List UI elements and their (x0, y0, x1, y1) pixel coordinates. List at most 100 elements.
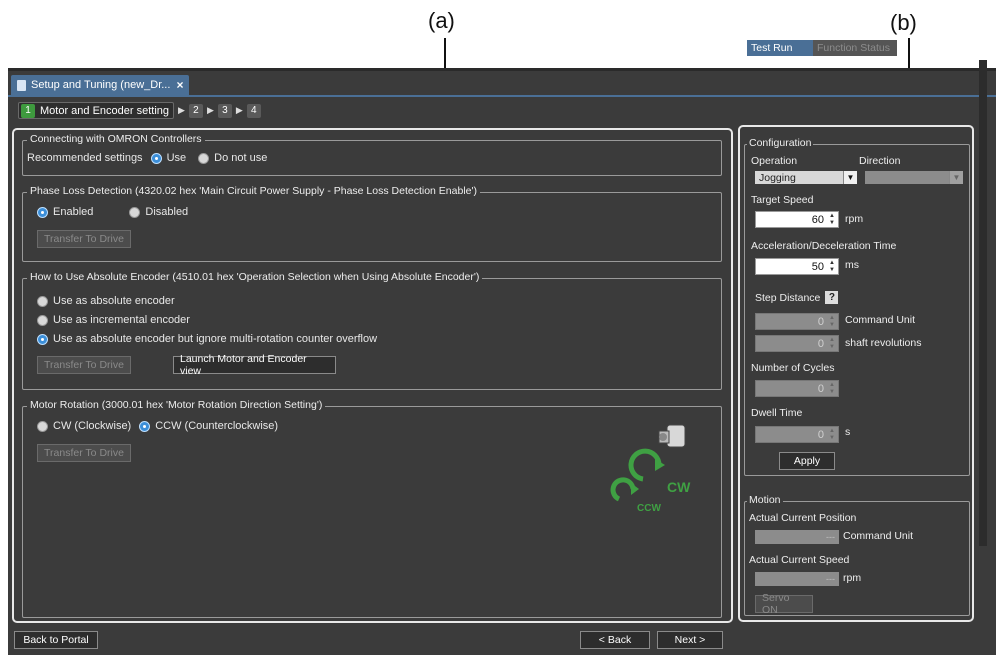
radio-enabled-label: Enabled (53, 206, 94, 218)
radio-absolute-ignore-overflow[interactable] (37, 333, 48, 345)
configuration-group: Configuration Operation Direction Joggin… (744, 137, 970, 476)
tab-function-status[interactable]: Function Status (813, 40, 897, 56)
dwell-value: 0 (817, 428, 824, 441)
radio-ccw[interactable] (139, 420, 151, 432)
dwell-input[interactable]: 0 ▲ ▼ (755, 426, 839, 443)
direction-select[interactable]: ▼ (865, 171, 963, 184)
spinner-icon[interactable]: ▲ ▼ (827, 315, 837, 329)
callout-b: (b) (890, 10, 917, 35)
step-2[interactable]: 2 (188, 103, 203, 118)
step-distance-row: Step Distance ? (755, 291, 839, 304)
callout-a: (a) (428, 8, 455, 33)
rotation-transfer-button[interactable]: Transfer To Drive (37, 444, 131, 462)
absolute-encoder-group: How to Use Absolute Encoder (4510.01 hex… (22, 271, 722, 390)
current-speed-unit: rpm (843, 572, 862, 584)
accel-input[interactable]: 50 ▲ ▼ (755, 258, 839, 275)
dwell-label: Dwell Time (751, 407, 803, 419)
absolute-encoder-legend: How to Use Absolute Encoder (4510.01 hex… (27, 271, 483, 283)
motor-rotation-legend: Motor Rotation (3000.01 hex 'Motor Rotat… (27, 399, 326, 411)
step-navigator: 1 Motor and Encoder setting ▶ 2 ▶ 3 ▶ 4 (18, 102, 261, 119)
motion-group: Motion Actual Current Position --- Comma… (744, 494, 970, 616)
radio-cw-label: CW (Clockwise) (53, 420, 132, 432)
step-1-number: 1 (21, 103, 35, 118)
radio-incremental-label: Use as incremental encoder (53, 314, 190, 326)
settings-panel: Connecting with OMRON Controllers Recomm… (12, 128, 733, 623)
chevron-down-icon: ▼ (949, 171, 963, 184)
radio-incremental[interactable] (37, 314, 48, 326)
step-4[interactable]: 4 (246, 103, 261, 118)
radio-use[interactable] (150, 152, 162, 164)
document-icon (17, 79, 26, 91)
spinner-icon[interactable]: ▲ ▼ (827, 382, 837, 396)
cycles-value: 0 (817, 382, 824, 395)
radio-disabled-label: Disabled (145, 206, 189, 218)
target-speed-unit: rpm (845, 213, 864, 225)
current-position-unit: Command Unit (843, 530, 914, 542)
current-position-value: --- (755, 530, 839, 544)
omron-legend: Connecting with OMRON Controllers (27, 133, 205, 145)
command-unit-label: Command Unit (845, 314, 916, 326)
step-1-label: Motor and Encoder setting (40, 104, 170, 117)
document-tab-title: Setup and Tuning (new_Dr... (31, 79, 171, 91)
close-icon[interactable]: × (176, 78, 183, 92)
scrollbar[interactable] (979, 60, 987, 546)
current-position-label: Actual Current Position (749, 512, 857, 524)
apply-button[interactable]: Apply (779, 452, 835, 470)
shaft-revolutions-value: 0 (817, 337, 824, 350)
current-speed-label: Actual Current Speed (749, 554, 850, 566)
back-to-portal-button[interactable]: Back to Portal (14, 631, 98, 649)
radio-disabled[interactable] (129, 206, 141, 218)
shaft-revolutions-label: shaft revolutions (845, 337, 922, 349)
ccw-label: CCW (637, 503, 661, 514)
target-speed-input[interactable]: 60 ▲ ▼ (755, 211, 839, 228)
help-icon[interactable]: ? (825, 291, 839, 304)
absenc-transfer-button[interactable]: Transfer To Drive (37, 356, 131, 374)
operation-value: Jogging (759, 171, 796, 184)
tab-test-run[interactable]: Test Run (747, 40, 813, 56)
motor-rotation-group: Motor Rotation (3000.01 hex 'Motor Rotat… (22, 399, 722, 618)
radio-enabled[interactable] (37, 206, 48, 218)
step-distance-value: 0 (817, 315, 824, 328)
cycles-input[interactable]: 0 ▲ ▼ (755, 380, 839, 397)
step-distance-label: Step Distance (755, 291, 821, 304)
radio-use-label: Use (166, 152, 187, 164)
radio-not-use[interactable] (198, 152, 210, 164)
chevron-down-icon: ▼ (843, 171, 857, 184)
spinner-icon[interactable]: ▲ ▼ (827, 213, 837, 227)
radio-absolute[interactable] (37, 295, 48, 307)
spinner-icon[interactable]: ▲ ▼ (827, 337, 837, 351)
dwell-unit: s (845, 426, 851, 438)
accel-unit: ms (845, 259, 859, 271)
chevron-right-icon: ▶ (235, 105, 243, 115)
target-speed-label: Target Speed (751, 194, 814, 206)
recommended-label: Recommended settings (27, 152, 143, 164)
operation-select[interactable]: Jogging ▼ (755, 171, 857, 184)
servo-on-button[interactable]: Servo ON (755, 592, 813, 616)
target-speed-value: 60 (811, 213, 824, 226)
accel-value: 50 (811, 260, 824, 273)
shaft-revolutions-input[interactable]: 0 ▲ ▼ (755, 335, 839, 352)
spinner-icon[interactable]: ▲ ▼ (827, 260, 837, 274)
back-button[interactable]: < Back (580, 631, 650, 649)
step-3[interactable]: 3 (217, 103, 232, 118)
document-tab[interactable]: Setup and Tuning (new_Dr... × (11, 75, 190, 95)
spinner-icon[interactable]: ▲ ▼ (827, 428, 837, 442)
next-button[interactable]: Next > (657, 631, 723, 649)
step-distance-input[interactable]: 0 ▲ ▼ (755, 313, 839, 330)
chevron-right-icon: ▶ (206, 105, 214, 115)
phase-loss-legend: Phase Loss Detection (4320.02 hex 'Main … (27, 185, 480, 197)
accel-label: Acceleration/Deceleration Time (751, 240, 897, 252)
motor-rotation-illustration: CW CCW (599, 419, 709, 519)
motion-legend: Motion (747, 494, 783, 506)
radio-cw[interactable] (37, 420, 48, 432)
operation-label: Operation (751, 155, 798, 167)
radio-absolute-label: Use as absolute encoder (53, 295, 175, 307)
step-1[interactable]: 1 Motor and Encoder setting (18, 102, 175, 119)
omron-group: Connecting with OMRON Controllers Recomm… (22, 133, 722, 176)
test-run-panel: Configuration Operation Direction Joggin… (738, 125, 974, 622)
phase-transfer-button[interactable]: Transfer To Drive (37, 230, 131, 248)
tabstrip-line (8, 95, 996, 97)
current-speed-value: --- (755, 572, 839, 586)
radio-ccw-label: CCW (Counterclockwise) (155, 420, 279, 432)
launch-motor-encoder-button[interactable]: Launch Motor and Encoder view (173, 353, 336, 377)
